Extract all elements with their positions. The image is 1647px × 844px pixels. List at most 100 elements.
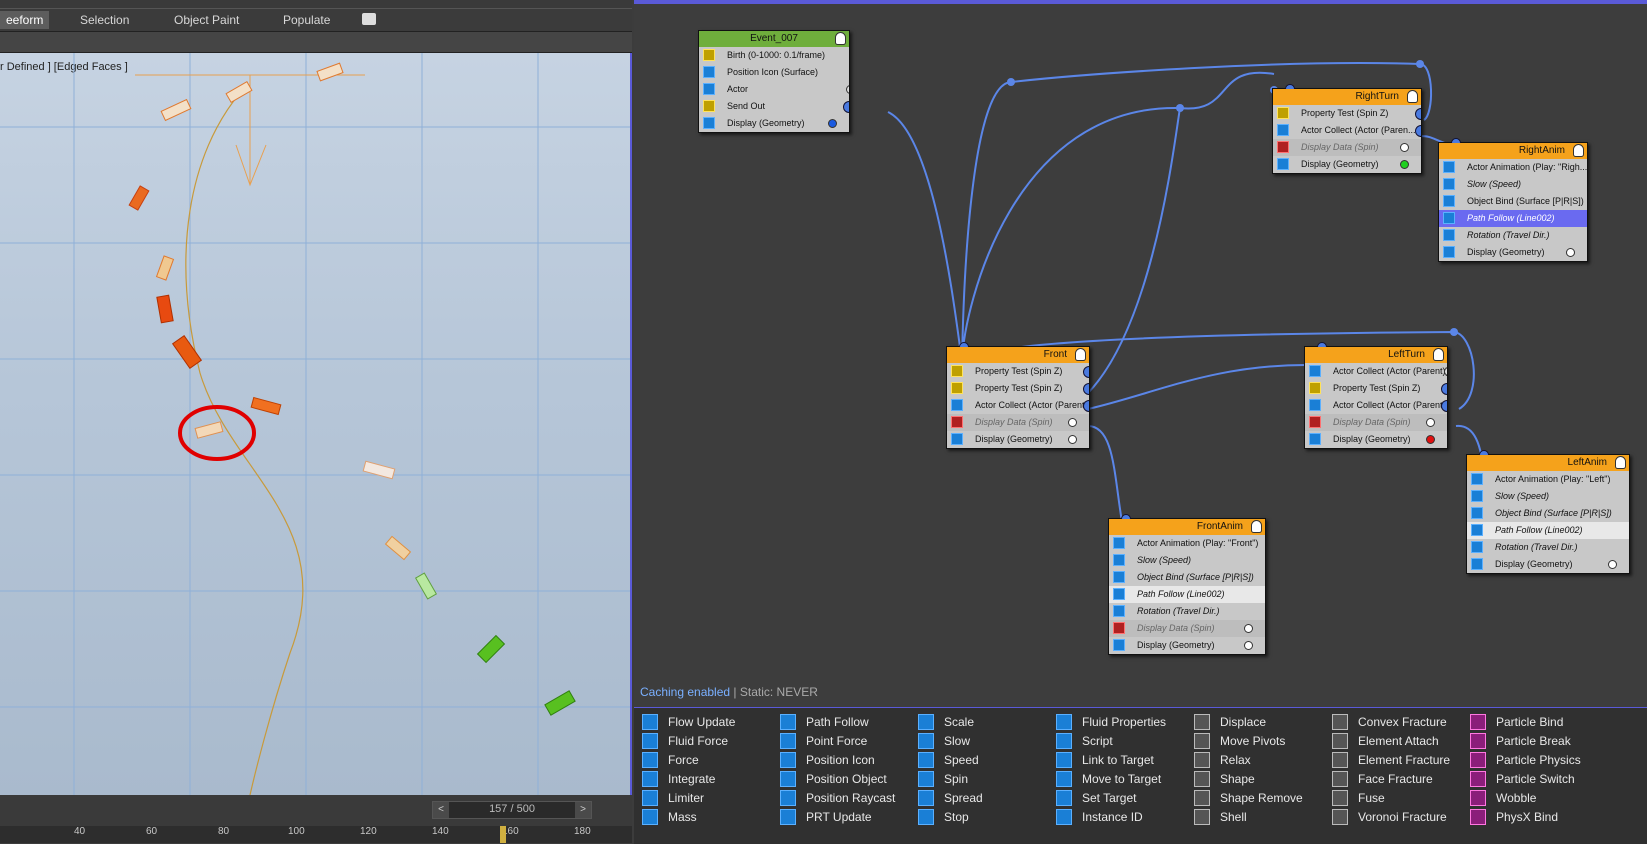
operator-label[interactable]: Object Bind (Surface [P|R|S]): [1495, 508, 1612, 518]
node-title[interactable]: LeftTurn: [1305, 347, 1447, 363]
depot-item[interactable]: Limiter: [642, 788, 704, 808]
operator-label[interactable]: Object Bind (Surface [P|R|S]): [1467, 196, 1584, 206]
depot-item[interactable]: Set Target: [1056, 788, 1136, 808]
operator-label[interactable]: Path Follow (Line002): [1137, 589, 1225, 599]
operator-label[interactable]: Path Follow (Line002): [1467, 213, 1555, 223]
depot-item[interactable]: Fluid Properties: [1056, 712, 1166, 732]
display-color-dot[interactable]: [1608, 560, 1617, 569]
depot-item[interactable]: Particle Switch: [1470, 769, 1575, 789]
operator-label[interactable]: Actor Collect (Actor (Paren...: [1301, 125, 1416, 135]
next-frame-icon[interactable]: >: [575, 802, 591, 818]
operator-label[interactable]: Position Icon (Surface): [727, 67, 818, 77]
node-title[interactable]: FrontAnim: [1109, 519, 1265, 535]
operator-label[interactable]: Display (Geometry): [1301, 159, 1379, 169]
bulb-icon[interactable]: [1433, 348, 1444, 361]
depot-item[interactable]: Spin: [918, 769, 968, 789]
3d-viewport[interactable]: r Defined ] [Edged Faces ]: [0, 53, 632, 795]
operator-label[interactable]: Actor: [727, 84, 748, 94]
output-port[interactable]: [846, 85, 849, 94]
depot-item[interactable]: Move to Target: [1056, 769, 1161, 789]
depot-item[interactable]: Mass: [642, 807, 697, 827]
depot-item[interactable]: Displace: [1194, 712, 1266, 732]
operator-label[interactable]: Rotation (Travel Dir.): [1495, 542, 1578, 552]
output-port[interactable]: [1083, 400, 1089, 412]
depot-item[interactable]: Instance ID: [1056, 807, 1143, 827]
operator-label[interactable]: Object Bind (Surface [P|R|S]): [1137, 572, 1254, 582]
ribbon-menu-icon[interactable]: [362, 13, 376, 25]
depot-item[interactable]: Point Force: [780, 731, 867, 751]
operator-label[interactable]: Actor Collect (Actor (Parent)): [1333, 400, 1447, 410]
display-color-dot[interactable]: [1244, 641, 1253, 650]
operator-label[interactable]: Actor Animation (Play: "Left"): [1495, 474, 1610, 484]
depot-item[interactable]: PhysX Bind: [1470, 807, 1558, 827]
node-rightanim[interactable]: RightAnim Actor Animation (Play: "Righ..…: [1438, 138, 1588, 262]
depot-item[interactable]: Particle Physics: [1470, 750, 1581, 770]
depot-item[interactable]: Script: [1056, 731, 1113, 751]
depot-item[interactable]: Path Follow: [780, 712, 869, 732]
depot-item[interactable]: Scale: [918, 712, 974, 732]
depot-item[interactable]: Move Pivots: [1194, 731, 1285, 751]
depot-item[interactable]: Position Raycast: [780, 788, 895, 808]
node-leftturn[interactable]: LeftTurn Actor Collect (Actor (Parent)) …: [1304, 342, 1448, 449]
operator-label[interactable]: Path Follow (Line002): [1495, 525, 1583, 535]
depot-item[interactable]: Face Fracture: [1332, 769, 1433, 789]
operator-label[interactable]: Slow (Speed): [1467, 179, 1521, 189]
operator-label[interactable]: Property Test (Spin Z): [1333, 383, 1420, 393]
depot-item[interactable]: Particle Bind: [1470, 712, 1563, 732]
depot-item[interactable]: Relax: [1194, 750, 1251, 770]
operator-label[interactable]: Slow (Speed): [1137, 555, 1191, 565]
node-rightturn[interactable]: RightTurn Property Test (Spin Z) Actor C…: [1272, 84, 1422, 174]
node-event[interactable]: Event_007 Birth (0-1000: 0.1/frame) Posi…: [698, 30, 850, 133]
node-title[interactable]: Event_007: [699, 31, 849, 47]
operator-label[interactable]: Slow (Speed): [1495, 491, 1549, 501]
depot-item[interactable]: Position Object: [780, 769, 887, 789]
depot-item[interactable]: Stop: [918, 807, 969, 827]
depot-item[interactable]: Particle Break: [1470, 731, 1571, 751]
node-title[interactable]: RightTurn: [1273, 89, 1421, 105]
bulb-icon[interactable]: [1407, 90, 1418, 103]
tab-populate[interactable]: Populate: [283, 11, 330, 29]
operator-label[interactable]: Actor Collect (Actor (Parent)): [1333, 366, 1447, 376]
operator-label[interactable]: Property Test (Spin Z): [975, 366, 1062, 376]
output-port[interactable]: [843, 101, 849, 113]
tab-object-paint[interactable]: Object Paint: [174, 11, 239, 29]
tab-freeform[interactable]: eeform: [0, 11, 50, 29]
depot-item[interactable]: Speed: [918, 750, 979, 770]
display-color-dot[interactable]: [828, 119, 837, 128]
operator-label[interactable]: Display (Geometry): [1137, 640, 1215, 650]
node-frontanim[interactable]: FrontAnim Actor Animation (Play: "Front"…: [1108, 514, 1266, 655]
node-title[interactable]: RightAnim: [1439, 143, 1587, 159]
depot-item[interactable]: Integrate: [642, 769, 715, 789]
depot-item[interactable]: Shell: [1194, 807, 1247, 827]
depot-item[interactable]: Slow: [918, 731, 970, 751]
depot-item[interactable]: PRT Update: [780, 807, 872, 827]
node-front[interactable]: Front Property Test (Spin Z) Property Te…: [946, 342, 1090, 449]
bulb-icon[interactable]: [1573, 144, 1584, 157]
depot-item[interactable]: Shape Remove: [1194, 788, 1303, 808]
bulb-icon[interactable]: [1075, 348, 1086, 361]
operator-label[interactable]: Property Test (Spin Z): [975, 383, 1062, 393]
operator-label[interactable]: Display (Geometry): [1467, 247, 1545, 257]
depot-item[interactable]: Fluid Force: [642, 731, 728, 751]
display-color-dot[interactable]: [1426, 435, 1435, 444]
output-port[interactable]: [1083, 366, 1089, 378]
display-color-dot[interactable]: [1068, 435, 1077, 444]
operator-label[interactable]: Display Data (Spin): [975, 417, 1053, 427]
output-port[interactable]: [1415, 108, 1421, 120]
output-port[interactable]: [1415, 125, 1421, 137]
bulb-icon[interactable]: [1615, 456, 1626, 469]
cache-enabled-label[interactable]: Caching enabled: [640, 685, 730, 699]
node-leftanim[interactable]: LeftAnim Actor Animation (Play: "Left") …: [1466, 450, 1630, 574]
display-color-dot[interactable]: [1244, 624, 1253, 633]
operator-label[interactable]: Display Data (Spin): [1301, 142, 1379, 152]
depot-item[interactable]: Link to Target: [1056, 750, 1154, 770]
output-port[interactable]: [1083, 383, 1089, 395]
operator-label[interactable]: Property Test (Spin Z): [1301, 108, 1388, 118]
display-color-dot[interactable]: [1400, 160, 1409, 169]
operator-label[interactable]: Display (Geometry): [1333, 434, 1411, 444]
output-port[interactable]: [1444, 367, 1447, 376]
depot-item[interactable]: Position Icon: [780, 750, 875, 770]
tab-selection[interactable]: Selection: [80, 11, 129, 29]
operator-label[interactable]: Birth (0-1000: 0.1/frame): [727, 50, 825, 60]
depot-item[interactable]: Voronoi Fracture: [1332, 807, 1447, 827]
